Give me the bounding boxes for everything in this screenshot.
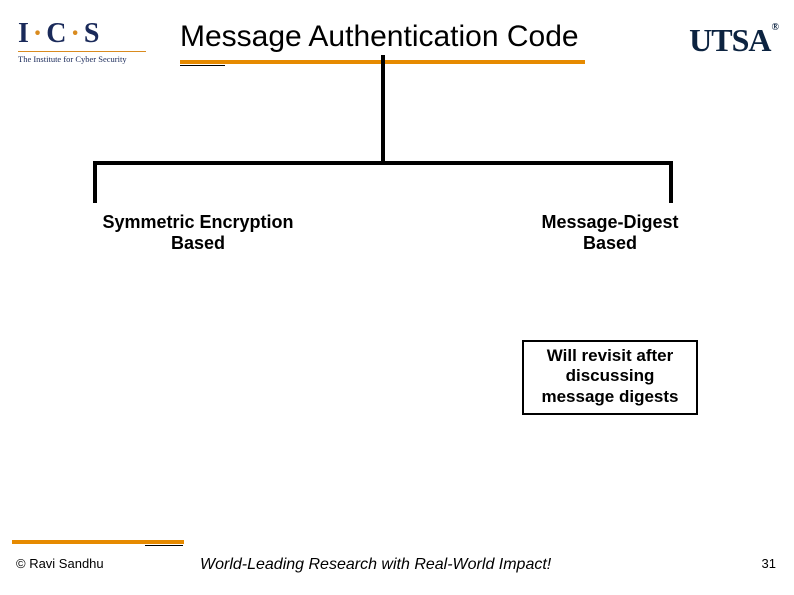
branch-symmetric-encryption: Symmetric Encryption Based bbox=[88, 212, 308, 254]
footer-underline-accent bbox=[145, 545, 183, 546]
tree-crossbar bbox=[93, 161, 673, 165]
note-line2: discussing bbox=[566, 366, 655, 385]
utsa-logo: UTSA® bbox=[689, 22, 778, 59]
branch-left-line2: Based bbox=[171, 233, 225, 253]
branch-message-digest: Message-Digest Based bbox=[510, 212, 710, 254]
title-underline-accent bbox=[180, 65, 225, 66]
tree-drop-right bbox=[669, 161, 673, 203]
note-box: Will revisit after discussing message di… bbox=[522, 340, 698, 415]
trademark-icon: ® bbox=[772, 22, 778, 33]
slide-header: I·C·S The Institute for Cyber Security M… bbox=[0, 10, 794, 70]
branch-right-line1: Message-Digest bbox=[541, 212, 678, 232]
copyright-text: © Ravi Sandhu bbox=[16, 556, 104, 571]
tree-stem bbox=[381, 55, 385, 163]
tagline-text: World-Leading Research with Real-World I… bbox=[200, 556, 551, 574]
note-line1: Will revisit after bbox=[547, 346, 673, 365]
ics-logo-subtitle: The Institute for Cyber Security bbox=[18, 54, 168, 64]
ics-logo-letters: I·C·S bbox=[18, 18, 168, 50]
slide-title: Message Authentication Code bbox=[180, 20, 579, 54]
tree-drop-left bbox=[93, 161, 97, 203]
branch-left-line1: Symmetric Encryption bbox=[102, 212, 293, 232]
utsa-logo-text: UTSA bbox=[689, 22, 770, 58]
footer-underline bbox=[12, 540, 184, 544]
ics-logo: I·C·S The Institute for Cyber Security bbox=[18, 18, 168, 64]
note-line3: message digests bbox=[541, 387, 678, 406]
page-number: 31 bbox=[762, 556, 776, 571]
ics-logo-divider bbox=[18, 51, 146, 52]
branch-right-line2: Based bbox=[583, 233, 637, 253]
